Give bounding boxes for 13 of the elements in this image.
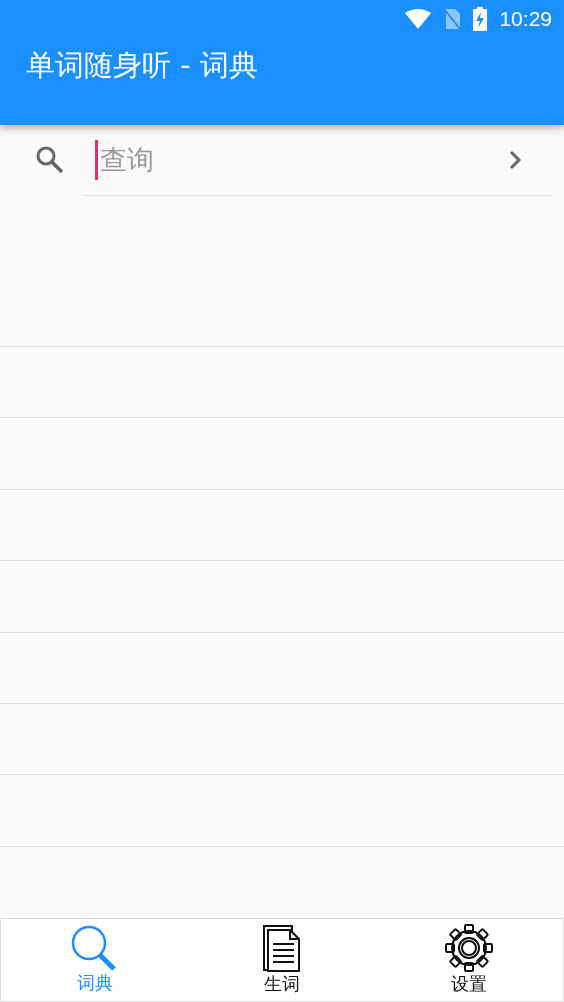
search-field[interactable]: 查询 — [98, 144, 508, 175]
wifi-icon — [405, 9, 432, 29]
nav-tab[interactable]: 设置 — [375, 919, 563, 1001]
battery-charging-icon — [473, 7, 488, 31]
chevron-right-icon[interactable] — [508, 148, 522, 171]
document-icon — [262, 924, 302, 972]
status-time: 10:29 — [499, 7, 552, 31]
nav-tab[interactable]: 生词 — [188, 919, 376, 1001]
text-cursor — [95, 139, 98, 180]
gear-icon — [445, 924, 494, 972]
search-icon — [35, 145, 65, 175]
app-title: 单词随身听 - 词典 — [25, 47, 259, 84]
no-sim-icon — [443, 8, 462, 30]
